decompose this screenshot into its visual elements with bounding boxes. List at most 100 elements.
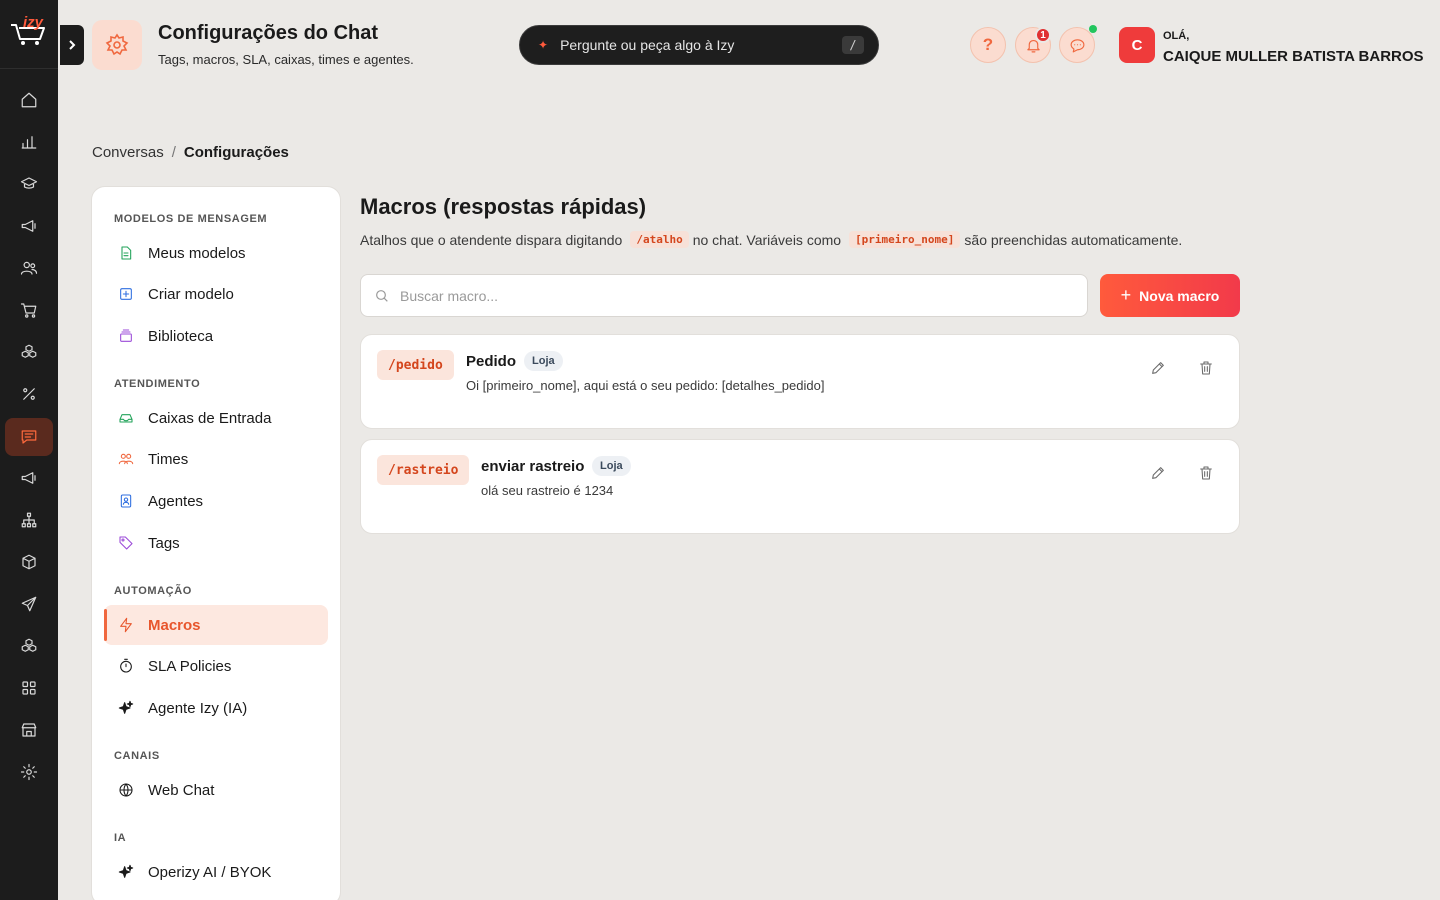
chart-icon[interactable] (17, 130, 41, 154)
new-macro-button[interactable]: + Nova macro (1100, 274, 1240, 317)
nav-item-criar-modelo[interactable]: Criar modelo (104, 274, 328, 314)
nav-section-title: MODELOS DE MENSAGEM (114, 213, 268, 225)
expand-sidebar-button[interactable] (60, 25, 84, 65)
delete-macro-button[interactable] (1195, 357, 1217, 379)
home-icon[interactable] (17, 88, 41, 112)
chat-icon[interactable] (17, 425, 41, 449)
grid-icon[interactable] (17, 676, 41, 700)
search-field[interactable] (360, 274, 1088, 317)
nav-item-biblioteca[interactable]: Biblioteca (104, 316, 328, 356)
macro-body: olá seu rastreio é 1234 (481, 483, 614, 498)
library-icon (117, 327, 135, 345)
store-icon[interactable] (17, 718, 41, 742)
users-icon[interactable] (17, 256, 41, 280)
trash-icon (1200, 361, 1212, 375)
network-icon[interactable] (17, 508, 41, 532)
nav-item-sla-policies[interactable]: SLA Policies (104, 646, 328, 686)
settings-nav: MODELOS DE MENSAGEM Meus modelos Criar m… (91, 186, 341, 900)
globe-icon (117, 781, 135, 799)
nav-item-label: Macros (148, 616, 201, 634)
edit-macro-button[interactable] (1147, 357, 1169, 379)
ask-izy-placeholder: Pergunte ou peça algo à Izy (560, 37, 735, 53)
cubes-icon[interactable] (17, 634, 41, 658)
agent-icon (117, 492, 135, 510)
online-status-dot (1089, 25, 1097, 33)
messages-button[interactable] (1059, 27, 1095, 63)
document-icon (117, 244, 135, 262)
pencil-icon (1152, 362, 1164, 374)
box-icon[interactable] (17, 550, 41, 574)
description-text: no chat. Variáveis como (692, 231, 842, 248)
macro-tag: Loja (592, 456, 631, 476)
macro-body: Oi [primeiro_nome], aqui está o seu pedi… (466, 378, 825, 393)
inbox-icon (117, 409, 135, 427)
macro-card[interactable]: /rastreio enviar rastreio Loja olá seu r… (360, 439, 1240, 534)
nav-item-macros[interactable]: Macros (104, 605, 328, 645)
nav-item-times[interactable]: Times (104, 439, 328, 479)
ask-izy-input[interactable]: ✦ Pergunte ou peça algo à Izy / (519, 25, 879, 65)
search-input[interactable] (400, 287, 1087, 304)
nav-item-label: Agente Izy (IA) (148, 699, 248, 717)
nav-item-agente-izy[interactable]: Agente Izy (IA) (104, 688, 328, 728)
cubes-icon[interactable] (17, 340, 41, 364)
page-title: Configurações do Chat (158, 22, 379, 44)
nav-item-label: Meus modelos (148, 244, 246, 262)
page-subtitle: Tags, macros, SLA, caixas, times e agent… (158, 52, 414, 67)
user-name[interactable]: CAIQUE MULLER BATISTA BARROS (1163, 48, 1424, 65)
megaphone-icon[interactable] (17, 214, 41, 238)
description-text: Atalhos que o atendente dispara digitand… (360, 231, 623, 248)
breadcrumb: Conversas / Configurações (92, 144, 289, 161)
team-icon (117, 450, 135, 468)
delete-macro-button[interactable] (1195, 462, 1217, 484)
nav-item-agentes[interactable]: Agentes (104, 481, 328, 521)
gear-icon (105, 33, 129, 56)
nav-item-label: Operizy AI / BYOK (148, 863, 272, 881)
nav-section-title: ATENDIMENTO (114, 378, 201, 390)
keyboard-shortcut-hint: / (842, 36, 864, 54)
nav-item-label: Times (148, 450, 189, 468)
chevron-right-icon (69, 40, 76, 50)
plus-icon: + (1120, 285, 1132, 305)
macro-shortcut: /rastreio (377, 455, 470, 485)
nav-section-title: AUTOMAÇÃO (114, 585, 192, 597)
macro-shortcut: /pedido (377, 350, 454, 380)
nav-item-label: Web Chat (148, 781, 215, 799)
nav-item-web-chat[interactable]: Web Chat (104, 770, 328, 810)
plus-square-icon (117, 285, 135, 303)
percent-icon[interactable] (17, 382, 41, 406)
nav-item-operizy-ai[interactable]: Operizy AI / BYOK (104, 852, 328, 892)
help-button[interactable]: ? (970, 27, 1006, 63)
nav-item-label: Criar modelo (148, 285, 234, 303)
nav-item-caixas-de-entrada[interactable]: Caixas de Entrada (104, 398, 328, 438)
avatar[interactable]: C (1119, 27, 1155, 63)
edit-macro-button[interactable] (1147, 462, 1169, 484)
breadcrumb-current: Configurações (183, 144, 289, 161)
nav-section-title: IA (114, 832, 127, 844)
nav-item-label: SLA Policies (148, 657, 232, 675)
megaphone-icon[interactable] (17, 466, 41, 490)
macro-card[interactable]: /pedido Pedido Loja Oi [primeiro_nome], … (360, 334, 1240, 429)
tag-icon (117, 534, 135, 552)
graduation-cap-icon[interactable] (17, 172, 41, 196)
sparkle-icon (117, 863, 135, 881)
brand-logo-text: izy (23, 14, 44, 31)
shortcut-example: /atalho (630, 231, 689, 248)
brand-logo[interactable]: izy (8, 12, 50, 52)
section-description: Atalhos que o atendente dispara digitand… (360, 231, 1182, 248)
page-icon (92, 20, 142, 70)
macro-tag: Loja (524, 351, 563, 371)
gear-icon[interactable] (17, 760, 41, 784)
variable-example: [primeiro_nome] (849, 231, 961, 248)
send-icon[interactable] (17, 592, 41, 616)
breadcrumb-parent[interactable]: Conversas (92, 144, 164, 161)
nav-item-label: Caixas de Entrada (148, 409, 272, 427)
section-title: Macros (respostas rápidas) (360, 194, 647, 219)
nav-item-tags[interactable]: Tags (104, 523, 328, 563)
sparkle-icon: ✦ (538, 38, 549, 52)
new-macro-label: Nova macro (1139, 287, 1220, 304)
cart-icon[interactable] (17, 298, 41, 322)
nav-section-title: CANAIS (114, 750, 160, 762)
app-sidebar: izy (0, 0, 58, 900)
macro-name: Pedido (466, 353, 517, 370)
nav-item-meus-modelos[interactable]: Meus modelos (104, 233, 328, 273)
